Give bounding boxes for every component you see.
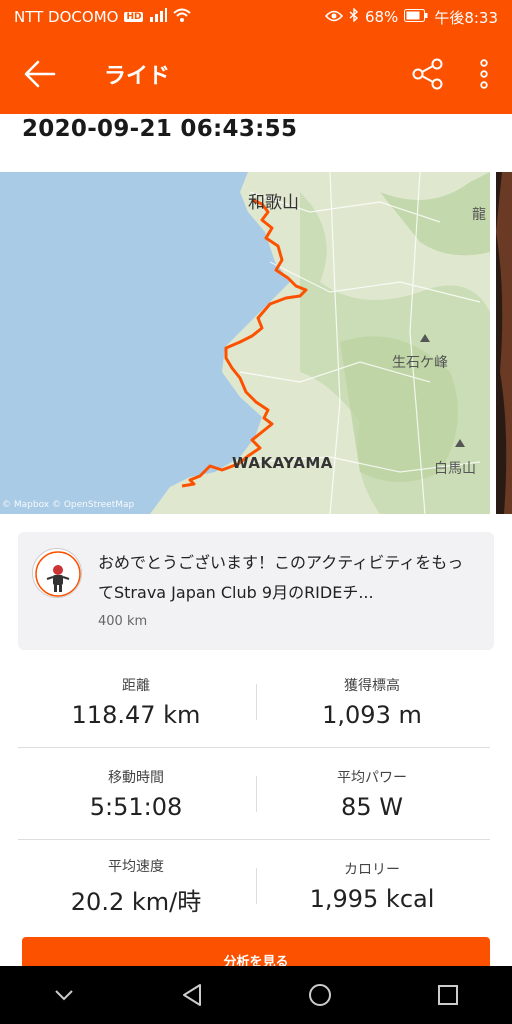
stat-divider xyxy=(256,776,257,812)
stats-row: 移動時間 5:51:08 平均パワー 85 W xyxy=(18,748,490,840)
map-label-city-top: 和歌山 xyxy=(248,193,299,213)
nav-back-button[interactable] xyxy=(162,966,222,1024)
stat-label: 平均速度 xyxy=(108,858,164,875)
signal-icon xyxy=(149,8,168,26)
next-photo-preview[interactable] xyxy=(496,172,512,514)
square-recents-icon xyxy=(438,985,458,1005)
network-badge: HD xyxy=(124,12,144,22)
nav-collapse-button[interactable] xyxy=(34,966,94,1024)
battery-percent: 68% xyxy=(364,8,399,26)
stat-label: 距離 xyxy=(122,677,150,694)
back-button[interactable] xyxy=(0,34,80,114)
achievement-text: おめでとうございます！このアクティビティをもってStrava Japan Clu… xyxy=(98,553,464,602)
stat-label: 獲得標高 xyxy=(344,677,400,694)
stat-divider xyxy=(256,868,257,904)
achievement-card[interactable]: おめでとうございます！このアクティビティをもってStrava Japan Clu… xyxy=(18,532,494,650)
route-map[interactable]: 和歌山 WAKAYAMA 生石ケ峰 白馬山 龍 © Mapbox © OpenS… xyxy=(0,172,490,514)
stat-moving-time: 移動時間 5:51:08 xyxy=(18,748,254,839)
map-label-peak2: 白馬山 xyxy=(434,461,476,477)
map-label-peak1: 生石ケ峰 xyxy=(392,355,448,371)
map-attribution: © Mapbox © OpenStreetMap xyxy=(2,500,135,510)
club-badge-icon xyxy=(32,548,82,598)
achievement-subtext: 400 km xyxy=(98,614,148,629)
more-vert-icon xyxy=(480,59,488,89)
stat-value: 1,995 kcal xyxy=(309,885,435,913)
nav-home-button[interactable] xyxy=(290,966,350,1024)
back-arrow-icon xyxy=(24,60,56,88)
carrier-label: NTT DOCOMO xyxy=(14,8,119,26)
stat-avg-power: 平均パワー 85 W xyxy=(254,748,490,839)
stat-calories: カロリー 1,995 kcal xyxy=(254,840,490,932)
stat-label: 移動時間 xyxy=(108,769,164,786)
stat-value: 20.2 km/時 xyxy=(70,887,202,916)
app-bar: ライド xyxy=(0,34,512,114)
circle-home-icon xyxy=(309,984,331,1006)
clock: 午後8:33 xyxy=(434,8,498,27)
page-title: ライド xyxy=(104,64,171,89)
stat-divider xyxy=(256,684,257,720)
stats-row: 距離 118.47 km 獲得標高 1,093 m xyxy=(18,656,490,748)
triangle-back-icon xyxy=(183,984,201,1006)
stat-distance: 距離 118.47 km xyxy=(18,656,254,747)
stat-value: 1,093 m xyxy=(322,700,422,729)
stat-elevation: 獲得標高 1,093 m xyxy=(254,656,490,747)
chevron-down-icon xyxy=(55,990,73,1001)
map-label-edge: 龍 xyxy=(472,207,486,223)
more-options-button[interactable] xyxy=(456,34,512,114)
battery-icon xyxy=(404,8,428,26)
stat-label: カロリー xyxy=(344,862,400,878)
share-button[interactable] xyxy=(400,34,456,114)
system-nav-bar xyxy=(0,966,512,1024)
status-bar: NTT DOCOMO HD 68% 午後8:33 xyxy=(0,0,512,34)
bluetooth-icon xyxy=(349,7,359,26)
stat-value: 5:51:08 xyxy=(89,792,183,821)
stat-value: 118.47 km xyxy=(71,700,201,729)
map-label-city-main: WAKAYAMA xyxy=(232,454,333,472)
eye-icon xyxy=(324,8,344,26)
share-icon xyxy=(412,58,443,90)
stats-grid: 距離 118.47 km 獲得標高 1,093 m 移動時間 5:51:08 平… xyxy=(18,656,490,932)
stats-row: 平均速度 20.2 km/時 カロリー 1,995 kcal xyxy=(18,840,490,932)
nav-recents-button[interactable] xyxy=(418,966,478,1024)
wifi-icon xyxy=(173,8,192,26)
stat-value: 85 W xyxy=(341,792,403,821)
activity-datetime: 2020-09-21 06:43:55 xyxy=(22,116,298,142)
stat-avg-speed: 平均速度 20.2 km/時 xyxy=(18,840,254,932)
stat-label: 平均パワー xyxy=(337,769,407,786)
